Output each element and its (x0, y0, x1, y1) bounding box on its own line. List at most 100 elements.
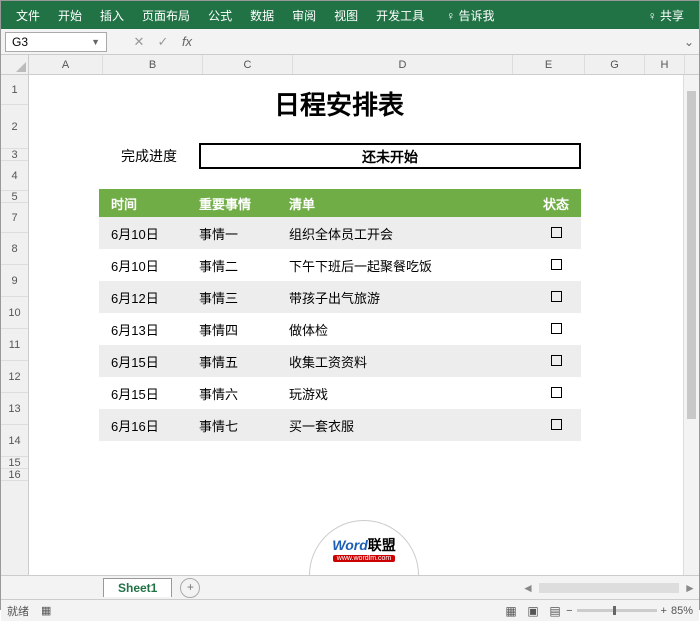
cell-date: 6月16日 (99, 416, 199, 435)
cell-detail: 做体检 (289, 320, 531, 339)
cell-item: 事情七 (199, 416, 289, 435)
row-header[interactable]: 13 (1, 393, 28, 425)
scroll-left-icon[interactable]: ◄ (519, 581, 537, 595)
checkbox-icon[interactable] (551, 259, 562, 270)
macro-icon[interactable]: ▦ (41, 604, 51, 617)
table-header: 时间 重要事情 清单 状态 (99, 189, 581, 217)
expand-formula-icon[interactable]: ⌄ (679, 35, 699, 49)
col-header[interactable]: G (585, 55, 645, 74)
row-header[interactable]: 1 (1, 75, 28, 105)
select-all-corner[interactable] (1, 55, 28, 75)
row-header[interactable]: 9 (1, 265, 28, 297)
ribbon-tab[interactable]: 页面布局 (133, 7, 199, 24)
scroll-right-icon[interactable]: ► (681, 581, 699, 595)
view-normal-icon[interactable]: ▦ (500, 604, 522, 618)
row-header[interactable]: 11 (1, 329, 28, 361)
accept-icon[interactable]: ✓ (151, 34, 175, 50)
checkbox-icon[interactable] (551, 291, 562, 302)
checkbox-icon[interactable] (551, 355, 562, 366)
table-row[interactable]: 6月10日事情二下午下班后一起聚餐吃饭 (99, 249, 581, 281)
cell-status[interactable] (531, 226, 581, 241)
cell-date: 6月15日 (99, 384, 199, 403)
sheet-tabs-bar: Sheet1 + ◄ ► (1, 575, 699, 599)
col-header[interactable]: D (293, 55, 513, 74)
checkbox-icon[interactable] (551, 323, 562, 334)
ribbon-tab[interactable]: 数据 (241, 7, 283, 24)
worksheet[interactable]: 日程安排表 完成进度 还未开始 时间 重要事情 清单 状态 6月10日事情一组织… (29, 75, 699, 575)
row-header[interactable]: 4 (1, 161, 28, 191)
checkbox-icon[interactable] (551, 387, 562, 398)
row-header[interactable]: 3 (1, 149, 28, 161)
col-header[interactable]: A (29, 55, 103, 74)
checkbox-icon[interactable] (551, 227, 562, 238)
ribbon-tab[interactable]: 文件 (7, 7, 49, 24)
col-header[interactable]: H (645, 55, 685, 74)
col-header[interactable]: B (103, 55, 203, 74)
sheet-tab[interactable]: Sheet1 (103, 578, 172, 597)
cell-status[interactable] (531, 386, 581, 401)
ribbon-tab[interactable]: 插入 (91, 7, 133, 24)
vertical-scrollbar[interactable] (683, 75, 699, 575)
share-button[interactable]: ♀ 共享 (639, 7, 693, 24)
add-sheet-button[interactable]: + (180, 578, 200, 598)
ribbon-tab[interactable]: 开始 (49, 7, 91, 24)
name-box[interactable]: G3 ▼ (5, 32, 107, 52)
row-header[interactable]: 16 (1, 469, 28, 481)
formula-bar: G3 ▼ ✕ ✓ fx ⌄ (1, 29, 699, 55)
wm-brand: Word (332, 537, 368, 553)
row-header[interactable]: 7 (1, 203, 28, 233)
cell-item: 事情四 (199, 320, 289, 339)
cell-status[interactable] (531, 258, 581, 273)
cell-detail: 收集工资资料 (289, 352, 531, 371)
zoom-slider[interactable] (577, 609, 657, 612)
zoom-out-button[interactable]: − (566, 605, 572, 617)
row-header[interactable]: 10 (1, 297, 28, 329)
col-status: 状态 (531, 194, 581, 213)
cell-item: 事情五 (199, 352, 289, 371)
row-header[interactable]: 12 (1, 361, 28, 393)
column-headers: ABCDEGH (29, 55, 699, 75)
lightbulb-icon[interactable]: ♀ 告诉我 (437, 7, 503, 24)
cell-item: 事情六 (199, 384, 289, 403)
view-layout-icon[interactable]: ▣ (522, 604, 544, 618)
cell-item: 事情二 (199, 256, 289, 275)
table-row[interactable]: 6月13日事情四做体检 (99, 313, 581, 345)
view-pagebreak-icon[interactable]: ▤ (544, 604, 566, 618)
ribbon-tab[interactable]: 开发工具 (367, 7, 433, 24)
table-row[interactable]: 6月16日事情七买一套衣服 (99, 409, 581, 441)
ribbon-tab[interactable]: 视图 (325, 7, 367, 24)
ribbon-tab[interactable]: 审阅 (283, 7, 325, 24)
zoom-in-button[interactable]: + (661, 605, 667, 617)
row-header[interactable]: 15 (1, 457, 28, 469)
table-row[interactable]: 6月10日事情一组织全体员工开会 (99, 217, 581, 249)
cell-status[interactable] (531, 322, 581, 337)
row-header[interactable]: 8 (1, 233, 28, 265)
col-header[interactable]: E (513, 55, 585, 74)
ribbon-tab[interactable]: 公式 (199, 7, 241, 24)
table-row[interactable]: 6月12日事情三带孩子出气旅游 (99, 281, 581, 313)
cell-item: 事情一 (199, 224, 289, 243)
wm-brand2: 联盟 (368, 537, 396, 553)
progress-value: 还未开始 (199, 143, 581, 169)
cell-date: 6月10日 (99, 224, 199, 243)
col-time: 时间 (99, 194, 199, 213)
progress-label: 完成进度 (99, 146, 199, 166)
col-detail: 清单 (289, 194, 531, 213)
cell-status[interactable] (531, 290, 581, 305)
table-row[interactable]: 6月15日事情五收集工资资料 (99, 345, 581, 377)
row-header[interactable]: 5 (1, 191, 28, 203)
col-item: 重要事情 (199, 194, 289, 213)
row-header[interactable]: 2 (1, 105, 28, 149)
zoom-level[interactable]: 85% (671, 605, 693, 617)
horizontal-scrollbar[interactable] (539, 583, 679, 593)
cancel-icon[interactable]: ✕ (127, 34, 151, 50)
row-headers: 1234578910111213141516 (1, 55, 29, 575)
checkbox-icon[interactable] (551, 419, 562, 430)
fx-icon[interactable]: fx (175, 34, 199, 49)
cell-status[interactable] (531, 418, 581, 433)
chevron-down-icon[interactable]: ▼ (91, 37, 100, 47)
table-row[interactable]: 6月15日事情六玩游戏 (99, 377, 581, 409)
row-header[interactable]: 14 (1, 425, 28, 457)
col-header[interactable]: C (203, 55, 293, 74)
cell-status[interactable] (531, 354, 581, 369)
